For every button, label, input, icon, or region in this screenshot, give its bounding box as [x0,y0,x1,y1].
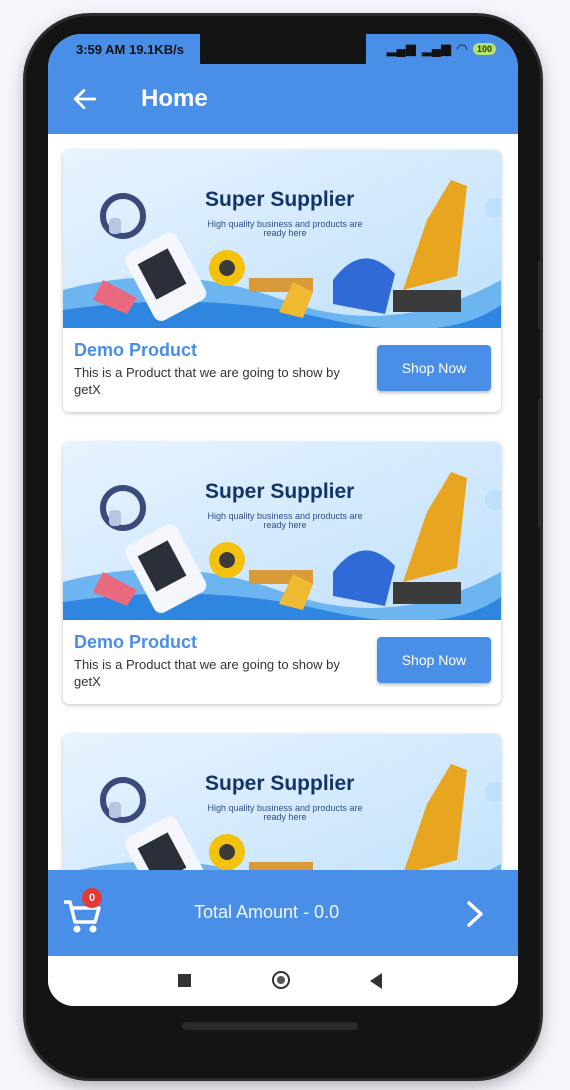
product-list[interactable]: Super Supplier High quality business and… [48,134,518,870]
banner-subtitle: High quality business and products are r… [207,803,363,822]
banner-title: Super Supplier [205,480,355,503]
cart-summary-bar: 0 Total Amount - 0.0 [48,870,518,956]
product-card: Super Supplier High quality business and… [63,734,501,870]
app-bar: Home [48,64,518,134]
shop-now-button[interactable]: Shop Now [377,637,491,683]
cart-count-badge: 0 [82,888,102,908]
square-recents-icon[interactable] [178,974,191,987]
battery-icon: 100 [472,43,496,55]
total-amount: Total Amount - 0.0 [194,902,340,922]
volume-button [538,260,543,330]
product-name: Demo Product [74,632,198,652]
product-description: This is a Product that we are going to s… [74,657,340,689]
system-nav-bar [48,956,518,1006]
banner-subtitle: High quality business and products are r… [207,511,363,530]
arrow-left-icon[interactable] [72,86,98,112]
signal-icon-2: ▂▄▆ [421,41,451,56]
banner-illustration [63,734,501,870]
chevron-right-icon[interactable] [464,900,486,928]
banner-illustration [63,150,501,328]
banner-title: Super Supplier [205,772,355,795]
screen: 3:59 AM 19.1KB/s ▂▄▆ ▂▄▆ ◠ 100 Home Supe… [48,34,518,1006]
status-clock: 3:59 AM [76,42,126,57]
banner-image: Super Supplier High quality business and… [63,734,501,870]
product-card: Super Supplier High quality business and… [63,150,501,412]
shop-now-button[interactable]: Shop Now [377,345,491,391]
status-network-speed: 19.1KB/s [129,42,184,57]
status-time: 3:59 AM 19.1KB/s [76,42,184,57]
product-card: Super Supplier High quality business and… [63,442,501,704]
signal-icon: ▂▄▆ [386,41,416,56]
banner-image: Super Supplier High quality business and… [63,442,501,620]
banner-title: Super Supplier [205,188,355,211]
banner-image: Super Supplier High quality business and… [63,150,501,328]
status-icons: ▂▄▆ ▂▄▆ ◠ 100 [387,41,496,57]
product-name: Demo Product [74,340,198,360]
circle-home-icon[interactable] [272,971,290,989]
banner-illustration [63,442,501,620]
power-button [538,398,543,528]
page-title: Home [141,85,208,112]
wifi-icon: ◠ [456,41,467,56]
banner-subtitle: High quality business and products are r… [207,219,363,238]
phone-chin-speaker [182,1022,358,1030]
product-description: This is a Product that we are going to s… [74,365,340,397]
triangle-back-icon[interactable] [370,973,382,989]
